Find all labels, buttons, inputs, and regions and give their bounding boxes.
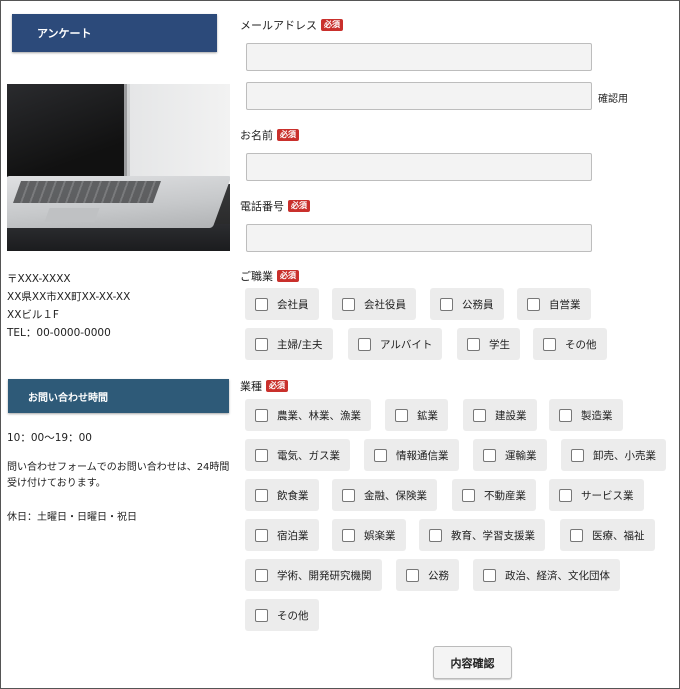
- checkbox-icon[interactable]: [255, 568, 268, 582]
- industry-option[interactable]: 不動産業: [452, 479, 536, 511]
- industry-option[interactable]: 教育、学習支援業: [419, 519, 545, 551]
- occupation-option[interactable]: 自営業: [517, 288, 591, 320]
- checkbox-icon[interactable]: [342, 488, 355, 502]
- checkbox-icon[interactable]: [358, 337, 371, 351]
- holiday-text: 休日：土曜日・日曜日・祝日: [7, 512, 137, 523]
- occupation-option[interactable]: アルバイト: [348, 328, 443, 360]
- survey-button[interactable]: アンケート: [12, 14, 217, 52]
- confirm-submit-button[interactable]: 内容確認: [433, 646, 512, 679]
- industry-option[interactable]: 娯楽業: [332, 519, 406, 551]
- checkbox-icon[interactable]: [255, 488, 268, 502]
- checkbox-icon[interactable]: [462, 488, 475, 502]
- checkbox-icon[interactable]: [342, 528, 355, 542]
- industry-option[interactable]: 学術、開発研究機関: [245, 559, 382, 591]
- checkbox-icon[interactable]: [571, 448, 584, 462]
- checkbox-icon[interactable]: [406, 568, 419, 582]
- phone-line: TEL：00-0000-0000: [7, 327, 111, 339]
- checkbox-icon[interactable]: [429, 528, 442, 542]
- required-badge: 必須: [277, 270, 299, 282]
- required-badge: 必須: [288, 200, 310, 212]
- required-badge: 必須: [321, 19, 343, 31]
- contact-hours-button[interactable]: お問い合わせ時間: [8, 379, 229, 413]
- postal-code: 〒XXX-XXXX: [7, 273, 71, 285]
- checkbox-icon[interactable]: [467, 337, 480, 351]
- industry-option[interactable]: その他: [245, 599, 319, 631]
- checkbox-icon[interactable]: [395, 408, 408, 422]
- industry-option[interactable]: 農業、林業、漁業: [245, 399, 371, 431]
- occupation-option[interactable]: 学生: [457, 328, 520, 360]
- email-confirm-label: 確認用: [598, 94, 628, 105]
- checkbox-icon[interactable]: [483, 448, 496, 462]
- phone-field[interactable]: [246, 224, 592, 252]
- industry-option[interactable]: 電気、ガス業: [245, 439, 350, 471]
- occupation-option[interactable]: 公務員: [430, 288, 504, 320]
- checkbox-icon[interactable]: [527, 297, 540, 311]
- industry-option[interactable]: 金融、保険業: [332, 479, 437, 511]
- contact-hours-note: 問い合わせフォームでのお問い合わせは、24時間受け付けております。: [7, 462, 230, 489]
- industry-option[interactable]: 運輸業: [473, 439, 547, 471]
- industry-option[interactable]: 政治、経済、文化団体: [473, 559, 620, 591]
- checkbox-icon[interactable]: [473, 408, 486, 422]
- checkbox-icon[interactable]: [255, 608, 268, 622]
- checkbox-icon[interactable]: [483, 568, 496, 582]
- email-confirm-field[interactable]: [246, 82, 592, 110]
- industry-label: 業種 必須: [240, 378, 288, 394]
- industry-option[interactable]: 宿泊業: [245, 519, 319, 551]
- industry-option[interactable]: サービス業: [549, 479, 644, 511]
- checkbox-icon[interactable]: [374, 448, 387, 462]
- phone-label: 電話番号 必須: [240, 198, 310, 214]
- email-label: メールアドレス 必須: [240, 17, 343, 33]
- industry-option[interactable]: 情報通信業: [364, 439, 459, 471]
- industry-option[interactable]: 飲食業: [245, 479, 319, 511]
- checkbox-icon[interactable]: [255, 337, 268, 351]
- occupation-option[interactable]: 主婦/主夫: [245, 328, 333, 360]
- name-field[interactable]: [246, 153, 592, 181]
- checkbox-icon[interactable]: [255, 448, 268, 462]
- laptop-photo: [7, 84, 230, 251]
- required-badge: 必須: [266, 380, 288, 392]
- occupation-label: ご職業 必須: [240, 268, 299, 284]
- occupation-option[interactable]: 会社員: [245, 288, 319, 320]
- checkbox-icon[interactable]: [342, 297, 355, 311]
- checkbox-icon[interactable]: [559, 408, 572, 422]
- checkbox-icon[interactable]: [559, 488, 572, 502]
- name-label: お名前 必須: [240, 127, 299, 143]
- industry-option[interactable]: 卸売、小売業: [561, 439, 666, 471]
- industry-option[interactable]: 鉱業: [385, 399, 448, 431]
- occupation-option[interactable]: その他: [533, 328, 607, 360]
- checkbox-icon[interactable]: [440, 297, 453, 311]
- email-field[interactable]: [246, 43, 592, 71]
- industry-option[interactable]: 公務: [396, 559, 459, 591]
- address-line: XX県XX市XX町XX-XX-XX: [7, 291, 131, 303]
- checkbox-icon[interactable]: [255, 528, 268, 542]
- address-block: 〒XXX-XXXX XX県XX市XX町XX-XX-XX XXビル１F TEL：0…: [7, 270, 130, 342]
- industry-option[interactable]: 建設業: [463, 399, 537, 431]
- building-line: XXビル１F: [7, 309, 59, 321]
- checkbox-icon[interactable]: [255, 297, 268, 311]
- industry-option[interactable]: 医療、福祉: [560, 519, 655, 551]
- industry-option[interactable]: 製造業: [549, 399, 623, 431]
- checkbox-icon[interactable]: [570, 528, 583, 542]
- contact-hours-time: 10：00〜19：00: [7, 432, 92, 444]
- occupation-option[interactable]: 会社役員: [332, 288, 416, 320]
- checkbox-icon[interactable]: [255, 408, 268, 422]
- checkbox-icon[interactable]: [543, 337, 556, 351]
- required-badge: 必須: [277, 129, 299, 141]
